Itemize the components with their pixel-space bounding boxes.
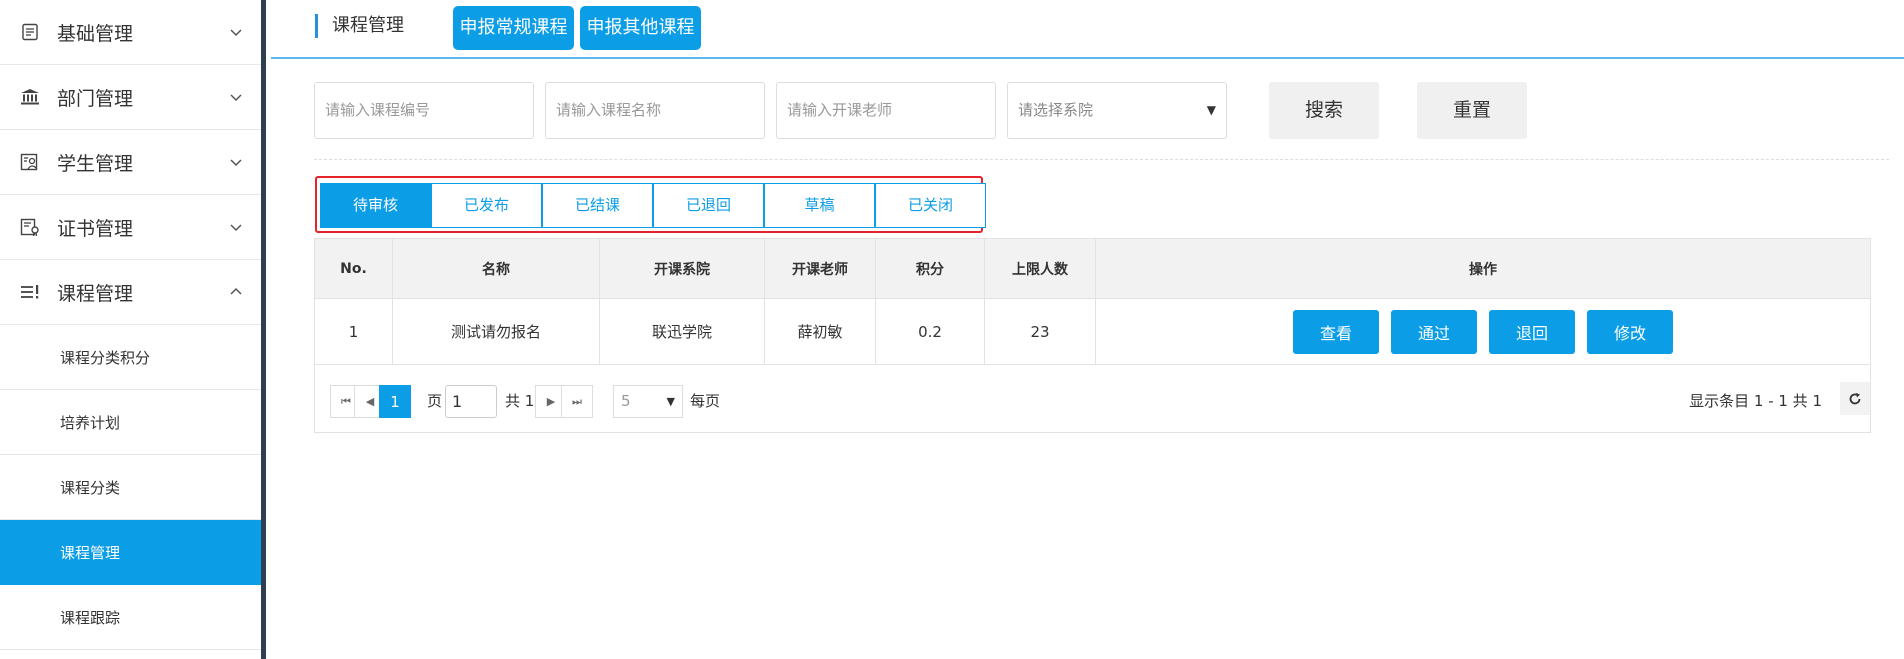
caret-down-icon: ▼ [1206,103,1216,117]
teacher-input[interactable]: 请输入开课老师 [776,82,996,139]
college-select-placeholder: 请选择系院 [1018,101,1094,119]
page-number-input[interactable]: 1 [445,385,497,418]
chevron-down-icon [230,224,242,232]
tab-published[interactable]: 已发布 [431,183,542,228]
view-button[interactable]: 查看 [1293,309,1379,354]
sidebar-item-course-management[interactable]: 课程管理 [0,520,261,585]
list-doc-icon [20,22,40,42]
cell-teacher: 薛初敏 [765,299,876,364]
tab-finished[interactable]: 已结课 [542,183,653,228]
breadcrumb: 课程管理 [315,14,404,38]
header-teacher: 开课老师 [765,239,876,298]
divider [314,159,1889,160]
menu-label: 学生管理 [57,152,134,175]
course-name-input[interactable]: 请输入课程名称 [545,82,765,139]
menu-student[interactable]: 学生管理 [0,130,261,195]
bank-icon [20,87,40,107]
total-pages-label: 共 1 [505,392,535,410]
cell-credit: 0.2 [876,299,985,364]
sidebar-item-course-category-credit[interactable]: 课程分类积分 [0,325,261,390]
course-code-input[interactable]: 请输入课程编号 [314,82,534,139]
sidebar: 基础管理 部门管理 学生管理 证书管理 课程管理 课程分类积分 培养计划 课程分… [0,0,266,659]
menu-basic[interactable]: 基础管理 [0,0,261,65]
return-button[interactable]: 退回 [1489,309,1575,354]
menu-label: 基础管理 [57,22,134,45]
per-page-label: 每页 [690,392,721,410]
reset-button[interactable]: 重置 [1417,82,1527,139]
cell-name: 测试请勿报名 [393,299,600,364]
apply-regular-course-button[interactable]: 申报常规课程 [453,6,574,50]
menu-label: 部门管理 [57,87,134,110]
chevron-down-icon [230,94,242,102]
menu-label: 课程管理 [57,282,134,305]
approve-button[interactable]: 通过 [1391,309,1477,354]
menu-course[interactable]: 课程管理 [0,260,261,325]
college-select[interactable]: 请选择系院 ▼ [1007,82,1227,139]
caret-down-icon: ▼ [666,395,675,408]
sidebar-item-course-category[interactable]: 课程分类 [0,455,261,520]
chevron-up-icon [230,287,242,295]
cell-limit: 23 [985,299,1096,364]
apply-other-course-button[interactable]: 申报其他课程 [580,6,701,50]
refresh-icon[interactable] [1840,382,1870,415]
status-tabs: 待审核 已发布 已结课 已退回 草稿 已关闭 [315,176,986,233]
header-no: No. [315,239,393,298]
page-label: 页 [427,392,443,410]
student-card-icon [20,152,40,172]
top-bar: 课程管理 申报常规课程 申报其他课程 [271,0,1904,59]
tab-returned[interactable]: 已退回 [653,183,764,228]
tab-draft[interactable]: 草稿 [764,183,875,228]
pagination: ⏮ ◀ 1 页 1 共 1 ▶ ⏭ 5 ▼ 每页 显示条目 1 - 1 共 1 [315,365,1870,433]
course-table: No. 名称 开课系院 开课老师 积分 上限人数 操作 1 测试请勿报名 联迅学… [314,238,1871,433]
menu-department[interactable]: 部门管理 [0,65,261,130]
cell-no: 1 [315,299,393,364]
sidebar-item-training-plan[interactable]: 培养计划 [0,390,261,455]
menu-certificate[interactable]: 证书管理 [0,195,261,260]
header-name: 名称 [393,239,600,298]
header-limit: 上限人数 [985,239,1096,298]
page-size-value: 5 [621,392,631,410]
current-page-button[interactable]: 1 [379,385,411,418]
cell-actions: 查看 通过 退回 修改 [1096,299,1870,364]
page-size-select[interactable]: 5 ▼ [613,385,683,418]
menu-label: 证书管理 [57,217,134,240]
course-list-icon [20,282,40,302]
header-actions: 操作 [1469,261,1497,278]
table-row: 1 测试请勿报名 联迅学院 薛初敏 0.2 23 查看 通过 退回 修改 [315,299,1870,365]
sidebar-item-course-tracking[interactable]: 课程跟踪 [0,585,261,650]
search-button[interactable]: 搜索 [1269,82,1379,139]
certificate-icon [20,217,40,237]
main-content: 课程管理 申报常规课程 申报其他课程 请输入课程编号 请输入课程名称 请输入开课… [271,0,1904,659]
chevron-down-icon [230,159,242,167]
header-credit: 积分 [876,239,985,298]
chevron-down-icon [230,29,242,37]
edit-button[interactable]: 修改 [1587,309,1673,354]
tab-pending[interactable]: 待审核 [320,183,431,228]
table-header: No. 名称 开课系院 开课老师 积分 上限人数 操作 [315,239,1870,299]
last-page-icon[interactable]: ⏭ [561,385,593,418]
tab-closed[interactable]: 已关闭 [875,183,986,228]
record-summary: 显示条目 1 - 1 共 1 [1689,392,1822,410]
header-college: 开课系院 [600,239,765,298]
cell-college: 联迅学院 [600,299,765,364]
